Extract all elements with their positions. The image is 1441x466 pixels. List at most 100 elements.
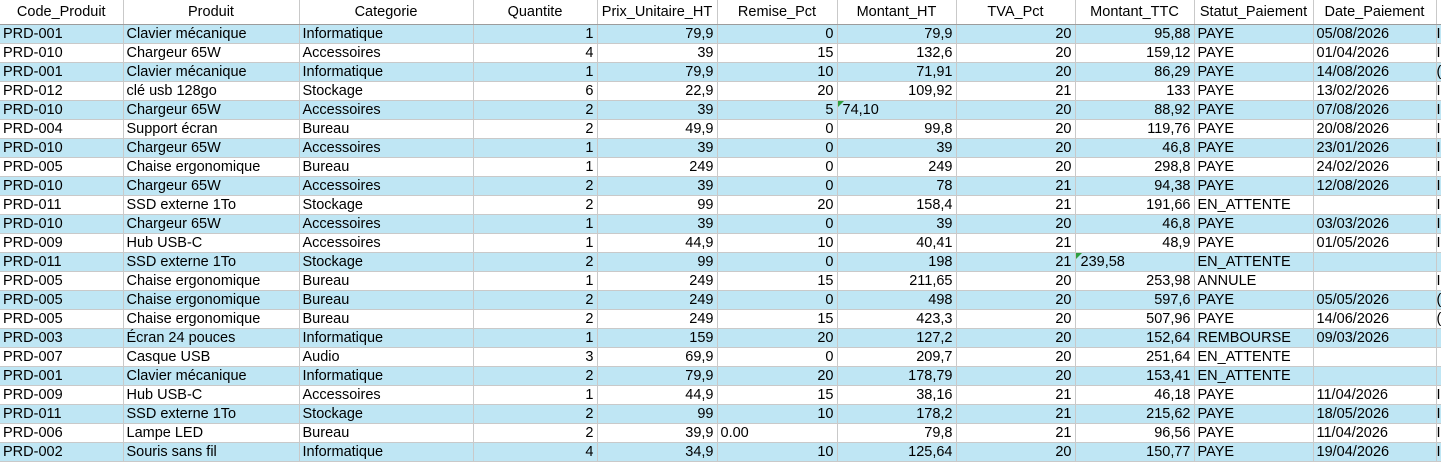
- table-cell[interactable]: 15: [717, 43, 838, 63]
- table-cell[interactable]: Hub USB-C: [123, 385, 300, 405]
- table-cell[interactable]: Accessoires: [299, 233, 474, 253]
- table-cell[interactable]: PRD-010: [0, 138, 124, 158]
- table-cell[interactable]: 153,41: [1075, 366, 1195, 386]
- table-cell[interactable]: 20: [956, 157, 1076, 177]
- table-cell[interactable]: I: [1436, 100, 1441, 120]
- table-cell[interactable]: 01/04/2026: [1313, 43, 1437, 63]
- table-cell[interactable]: Casque USB: [123, 347, 300, 367]
- table-cell[interactable]: Audio: [299, 347, 474, 367]
- table-cell[interactable]: PRD-001: [0, 24, 124, 44]
- table-cell[interactable]: 0: [717, 138, 838, 158]
- table-cell[interactable]: I: [1436, 119, 1441, 139]
- table-cell[interactable]: 2: [473, 423, 598, 443]
- table-cell[interactable]: 21: [956, 176, 1076, 196]
- table-cell[interactable]: 39: [597, 43, 718, 63]
- table-cell[interactable]: 1: [473, 385, 598, 405]
- table-cell[interactable]: 152,64: [1075, 328, 1195, 348]
- table-cell[interactable]: Accessoires: [299, 214, 474, 234]
- table-cell[interactable]: 10: [717, 233, 838, 253]
- table-cell[interactable]: Informatique: [299, 62, 474, 82]
- table-cell[interactable]: 14/08/2026: [1313, 62, 1437, 82]
- table-cell[interactable]: EN_ATTENTE: [1194, 347, 1314, 367]
- table-cell[interactable]: Informatique: [299, 328, 474, 348]
- table-cell[interactable]: 21: [956, 385, 1076, 405]
- table-cell[interactable]: I: [1436, 43, 1441, 63]
- table-cell[interactable]: Lampe LED: [123, 423, 300, 443]
- header-tva-pct[interactable]: TVA_Pct: [956, 0, 1076, 25]
- table-cell[interactable]: Bureau: [299, 290, 474, 310]
- table-cell[interactable]: 71,91: [837, 62, 957, 82]
- table-cell[interactable]: 48,9: [1075, 233, 1195, 253]
- table-cell[interactable]: 38,16: [837, 385, 957, 405]
- table-cell[interactable]: 125,64: [837, 442, 957, 462]
- table-cell[interactable]: Accessoires: [299, 138, 474, 158]
- table-cell[interactable]: Chargeur 65W: [123, 214, 300, 234]
- table-cell[interactable]: 05/08/2026: [1313, 24, 1437, 44]
- table-cell[interactable]: I: [1436, 385, 1441, 405]
- table-cell[interactable]: 11/04/2026: [1313, 385, 1437, 405]
- table-cell[interactable]: PRD-002: [0, 442, 124, 462]
- table-cell[interactable]: Clavier mécanique: [123, 366, 300, 386]
- table-cell[interactable]: (: [1436, 309, 1441, 329]
- table-cell[interactable]: 209,7: [837, 347, 957, 367]
- table-cell[interactable]: 39,9: [597, 423, 718, 443]
- table-cell[interactable]: 1: [473, 24, 598, 44]
- table-cell[interactable]: PAYE: [1194, 442, 1314, 462]
- table-cell[interactable]: PAYE: [1194, 157, 1314, 177]
- table-cell[interactable]: 46,8: [1075, 214, 1195, 234]
- table-cell[interactable]: 14/06/2026: [1313, 309, 1437, 329]
- table-cell[interactable]: I: [1436, 271, 1441, 291]
- table-cell[interactable]: Chaise ergonomique: [123, 157, 300, 177]
- table-cell[interactable]: 298,8: [1075, 157, 1195, 177]
- table-cell[interactable]: 20: [956, 366, 1076, 386]
- table-cell[interactable]: PAYE: [1194, 385, 1314, 405]
- table-cell[interactable]: 13/02/2026: [1313, 81, 1437, 101]
- table-cell[interactable]: EN_ATTENTE: [1194, 252, 1314, 272]
- table-cell[interactable]: 507,96: [1075, 309, 1195, 329]
- table-cell[interactable]: PAYE: [1194, 309, 1314, 329]
- table-cell[interactable]: Accessoires: [299, 43, 474, 63]
- table-cell[interactable]: 39: [837, 138, 957, 158]
- table-cell[interactable]: PRD-010: [0, 176, 124, 196]
- table-cell[interactable]: I: [1436, 214, 1441, 234]
- header-statut-paiement[interactable]: Statut_Paiement: [1194, 0, 1314, 25]
- table-cell[interactable]: I: [1436, 157, 1441, 177]
- table-cell[interactable]: 20: [956, 290, 1076, 310]
- table-cell[interactable]: Stockage: [299, 404, 474, 424]
- table-cell[interactable]: Clavier mécanique: [123, 24, 300, 44]
- table-cell[interactable]: 20: [956, 309, 1076, 329]
- table-cell[interactable]: 249: [597, 290, 718, 310]
- table-cell[interactable]: (: [1436, 62, 1441, 82]
- table-cell[interactable]: [1436, 328, 1441, 348]
- table-cell[interactable]: Informatique: [299, 24, 474, 44]
- table-cell[interactable]: PRD-005: [0, 271, 124, 291]
- table-cell[interactable]: PAYE: [1194, 119, 1314, 139]
- table-cell[interactable]: 99: [597, 252, 718, 272]
- table-cell[interactable]: 4: [473, 43, 598, 63]
- table-cell[interactable]: SSD externe 1To: [123, 404, 300, 424]
- table-cell[interactable]: Écran 24 pouces: [123, 328, 300, 348]
- table-cell[interactable]: [1313, 347, 1437, 367]
- table-cell[interactable]: [1436, 366, 1441, 386]
- table-cell[interactable]: Accessoires: [299, 176, 474, 196]
- table-cell[interactable]: 0: [717, 119, 838, 139]
- table-cell[interactable]: PRD-010: [0, 43, 124, 63]
- table-cell[interactable]: PAYE: [1194, 404, 1314, 424]
- table-cell[interactable]: Stockage: [299, 81, 474, 101]
- table-cell[interactable]: 1: [473, 138, 598, 158]
- table-cell[interactable]: 05/05/2026: [1313, 290, 1437, 310]
- table-cell[interactable]: PAYE: [1194, 138, 1314, 158]
- table-cell[interactable]: 99: [597, 195, 718, 215]
- table-cell[interactable]: Chargeur 65W: [123, 176, 300, 196]
- table-cell[interactable]: 20: [956, 43, 1076, 63]
- table-cell[interactable]: 96,56: [1075, 423, 1195, 443]
- table-cell[interactable]: REMBOURSE: [1194, 328, 1314, 348]
- table-cell[interactable]: 119,76: [1075, 119, 1195, 139]
- table-cell[interactable]: 2: [473, 100, 598, 120]
- table-cell[interactable]: SSD externe 1To: [123, 252, 300, 272]
- table-cell[interactable]: I: [1436, 176, 1441, 196]
- table-cell[interactable]: PRD-011: [0, 252, 124, 272]
- table-cell[interactable]: Chaise ergonomique: [123, 271, 300, 291]
- table-cell[interactable]: PRD-005: [0, 290, 124, 310]
- table-cell[interactable]: Chargeur 65W: [123, 43, 300, 63]
